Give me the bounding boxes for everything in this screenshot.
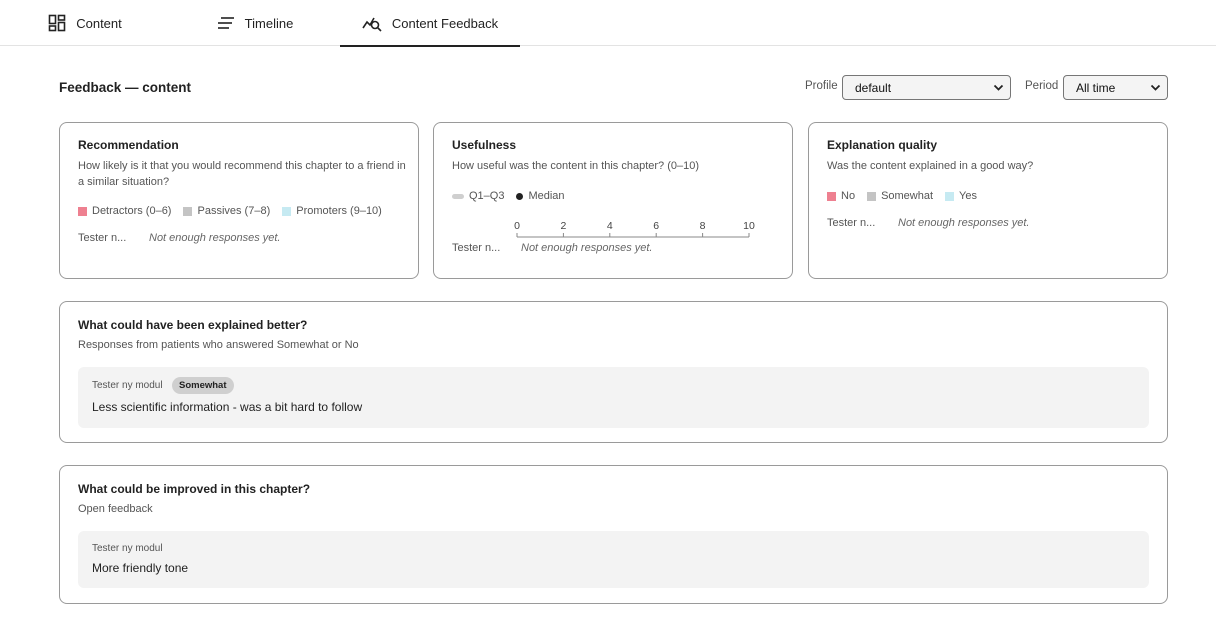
- legend: Q1–Q3 Median: [452, 190, 565, 202]
- axis-tick-label: 2: [560, 220, 566, 232]
- tab-label: Content Feedback: [391, 15, 499, 31]
- tab-timeline[interactable]: Timeline: [170, 0, 340, 46]
- legend-swatch: [183, 206, 193, 216]
- axis-tick-label: 0: [514, 220, 520, 232]
- row-label: Tester n...: [827, 217, 876, 229]
- legend-swatch: [867, 191, 877, 201]
- explained-better-section: What could have been explained better? R…: [59, 301, 1168, 443]
- response-text: More friendly tone: [92, 561, 189, 575]
- legend-label: Passives (7–8): [197, 205, 271, 217]
- tab-label: Content: [76, 15, 122, 31]
- row-label: Tester n...: [452, 242, 501, 254]
- legend-label: Yes: [959, 190, 977, 202]
- tab-bar: Content Timeline Content Feedback: [0, 0, 1216, 47]
- legend-label: Q1–Q3: [469, 190, 505, 202]
- usefulness-card: Usefulness How useful was the content in…: [433, 122, 793, 279]
- period-select-value: All time: [1076, 80, 1116, 95]
- profile-select[interactable]: default: [842, 75, 1011, 100]
- response-text: Less scientific information - was a bit …: [92, 400, 363, 414]
- legend-item: Passives (7–8): [183, 205, 270, 217]
- legend-item: No: [827, 190, 855, 202]
- tab-label: Timeline: [244, 15, 294, 31]
- card-title: Explanation quality: [827, 138, 938, 152]
- page-title: Feedback — content: [59, 80, 192, 95]
- tab-content[interactable]: Content: [0, 0, 170, 46]
- axis-tick-label: 4: [607, 220, 613, 232]
- legend-item: Yes: [945, 190, 977, 202]
- dashboard-icon: [48, 14, 66, 32]
- legend-label: Promoters (9–10): [296, 205, 382, 217]
- legend: No Somewhat Yes: [827, 190, 977, 202]
- axis-tick-label: 6: [653, 220, 659, 232]
- axis-group: 0 2 4 6 8 10: [514, 220, 755, 238]
- legend-swatch: [78, 206, 87, 216]
- row-label: Tester n...: [78, 232, 127, 244]
- empty-state: Not enough responses yet.: [898, 217, 1030, 229]
- chevron-down-icon: [1150, 82, 1161, 96]
- card-subtitle: How likely is it that you would recommen…: [78, 160, 406, 188]
- response-author: Tester ny modul: [92, 543, 163, 554]
- period-select[interactable]: All time: [1063, 75, 1168, 100]
- legend-swatch: [282, 206, 292, 216]
- legend-label: No: [841, 190, 856, 202]
- period-label: Period: [1025, 80, 1059, 92]
- axis-tick-label: 10: [743, 220, 755, 232]
- improved-section: What could be improved in this chapter? …: [59, 465, 1168, 604]
- response-item: Tester ny modul More friendly tone: [78, 531, 1149, 588]
- response-badge: Somewhat: [172, 377, 234, 394]
- legend-label: Detractors (0–6): [92, 205, 172, 217]
- usefulness-axis: 0 2 4 6 8 10: [514, 220, 755, 238]
- card-title: Usefulness: [452, 138, 517, 152]
- legend-swatch: [827, 191, 836, 201]
- legend-item: Promoters (9–10): [282, 205, 382, 217]
- response-item: Tester ny modul Somewhat Less scientific…: [78, 367, 1149, 428]
- axis-tick-label: 8: [700, 220, 706, 232]
- section-subtitle: Responses from patients who answered Som…: [78, 339, 359, 351]
- chevron-down-icon: [993, 82, 1004, 96]
- legend-label: Somewhat: [881, 190, 934, 202]
- card-subtitle: Was the content explained in a good way?: [827, 160, 1034, 172]
- legend-item: Somewhat: [867, 190, 933, 202]
- legend-item: Q1–Q3: [452, 190, 504, 202]
- chart-search-icon: [362, 14, 382, 32]
- section-title: What could be improved in this chapter?: [78, 482, 311, 496]
- legend-swatch: [516, 192, 524, 200]
- section-title: What could have been explained better?: [78, 318, 308, 332]
- legend-item: Detractors (0–6): [78, 205, 171, 217]
- empty-state: Not enough responses yet.: [149, 232, 281, 244]
- card-subtitle: How useful was the content in this chapt…: [452, 160, 700, 172]
- profile-label: Profile: [805, 80, 838, 92]
- legend: Detractors (0–6) Passives (7–8) Promoter…: [78, 205, 382, 217]
- explanation-card: Explanation quality Was the content expl…: [808, 122, 1168, 279]
- legend-item: Median: [516, 190, 565, 202]
- card-title: Recommendation: [78, 138, 179, 152]
- section-subtitle: Open feedback: [78, 503, 153, 515]
- legend-label: Median: [528, 190, 565, 202]
- profile-select-value: default: [855, 80, 892, 95]
- lines-icon: [217, 16, 235, 30]
- legend-swatch: [945, 191, 955, 201]
- response-author: Tester ny modul: [92, 380, 163, 391]
- empty-state: Not enough responses yet.: [521, 242, 653, 254]
- recommendation-card: Recommendation How likely is it that you…: [59, 122, 419, 279]
- legend-swatch: [452, 193, 464, 199]
- tab-content-feedback[interactable]: Content Feedback: [340, 0, 520, 47]
